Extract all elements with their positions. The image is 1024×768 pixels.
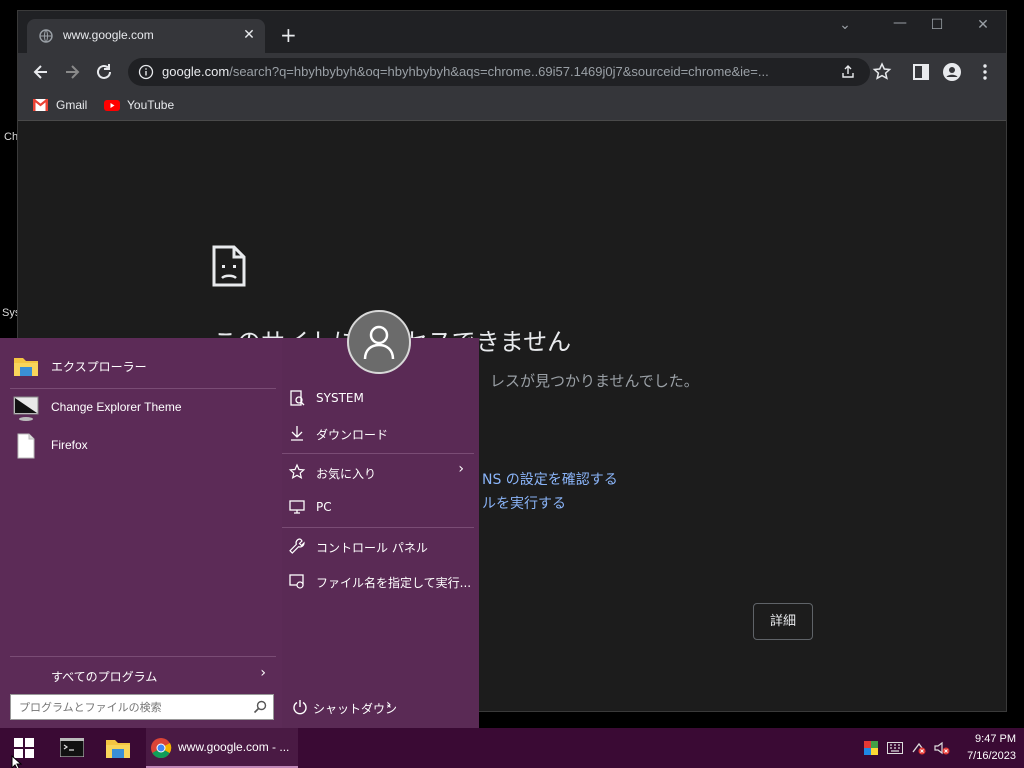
wrench-icon bbox=[289, 538, 305, 554]
start-search-input[interactable] bbox=[11, 695, 241, 719]
start-place-favorites[interactable]: お気に入り › bbox=[288, 456, 474, 488]
start-item-explorer[interactable]: エクスプローラー bbox=[12, 348, 272, 384]
menu-kebab-icon[interactable] bbox=[974, 61, 996, 83]
color-flag-icon[interactable] bbox=[864, 741, 878, 755]
chevron-right-icon: › bbox=[260, 665, 266, 681]
start-search-box[interactable] bbox=[10, 694, 274, 720]
tab-title: www.google.com bbox=[63, 28, 154, 42]
start-place-control-panel[interactable]: コントロール パネル bbox=[288, 530, 474, 562]
start-item-firefox[interactable]: Firefox bbox=[12, 428, 272, 464]
chevron-right-icon: › bbox=[458, 461, 464, 477]
user-icon bbox=[363, 325, 395, 360]
tab-strip: www.google.com ✕ + ⌄ — ☐ ✕ bbox=[18, 11, 1006, 53]
mouse-cursor-icon bbox=[11, 755, 23, 768]
divider bbox=[282, 453, 474, 454]
folder-icon bbox=[14, 358, 38, 376]
maximize-button[interactable]: ☐ bbox=[925, 17, 949, 33]
start-place-downloads[interactable]: ダウンロード bbox=[288, 417, 474, 449]
clock-time: 9:47 PM bbox=[975, 733, 1016, 745]
download-icon bbox=[291, 426, 303, 441]
start-place-run[interactable]: ファイル名を指定して実行... bbox=[288, 565, 474, 597]
back-icon[interactable] bbox=[30, 61, 52, 83]
forward-icon[interactable] bbox=[61, 61, 83, 83]
info-icon[interactable] bbox=[138, 64, 154, 80]
desktop-icon-label[interactable]: Ch bbox=[4, 131, 18, 143]
user-folder-icon bbox=[290, 390, 305, 406]
bookmark-gmail[interactable]: Gmail bbox=[56, 98, 87, 112]
minimize-button[interactable]: — bbox=[888, 15, 912, 31]
youtube-icon bbox=[104, 100, 120, 111]
file-icon bbox=[17, 433, 35, 459]
new-tab-button[interactable]: + bbox=[280, 25, 297, 45]
desktop: Ch Sys www.google.com ✕ + ⌄ — ☐ ✕ google… bbox=[0, 0, 1024, 768]
network-icon[interactable] bbox=[911, 740, 927, 756]
divider bbox=[282, 527, 474, 528]
power-icon bbox=[293, 700, 307, 715]
start-place-system[interactable]: SYSTEM bbox=[288, 382, 474, 414]
taskbar-chrome-button[interactable]: www.google.com - ... bbox=[146, 728, 298, 768]
tab-search-icon[interactable]: ⌄ bbox=[833, 17, 857, 33]
url-text: google.com/search?q=hbyhbybyh&oq=hbyhbyb… bbox=[162, 64, 769, 79]
run-icon bbox=[289, 574, 304, 589]
gmail-icon bbox=[33, 99, 48, 111]
bookmark-star-icon[interactable] bbox=[871, 61, 893, 83]
run-diagnostics-link[interactable]: ルを実行する bbox=[482, 493, 566, 513]
details-button[interactable]: 詳細 bbox=[753, 603, 813, 640]
shutdown-button[interactable]: シャットダウン › bbox=[290, 694, 410, 720]
computer-icon bbox=[289, 500, 305, 514]
bookmark-youtube[interactable]: YouTube bbox=[127, 98, 174, 112]
share-icon[interactable] bbox=[840, 64, 856, 80]
user-avatar[interactable] bbox=[347, 310, 411, 374]
monitor-icon bbox=[13, 396, 39, 421]
divider bbox=[10, 388, 276, 389]
check-dns-link[interactable]: NS の設定を確認する bbox=[482, 469, 618, 489]
close-tab-icon[interactable]: ✕ bbox=[241, 27, 257, 43]
file-explorer-icon[interactable] bbox=[106, 737, 130, 758]
all-programs-button[interactable]: すべてのプログラム › bbox=[10, 659, 276, 689]
sad-document-icon bbox=[212, 245, 246, 287]
start-place-pc[interactable]: PC bbox=[288, 491, 474, 523]
start-item-change-theme[interactable]: Change Explorer Theme bbox=[12, 390, 272, 426]
browser-toolbar: google.com/search?q=hbyhbybyh&oq=hbyhbyb… bbox=[18, 53, 1006, 91]
reload-icon[interactable] bbox=[93, 61, 115, 83]
profile-icon[interactable] bbox=[941, 61, 963, 83]
browser-tab[interactable]: www.google.com ✕ bbox=[27, 19, 265, 53]
start-menu: エクスプローラー Change Explorer Theme Firefox す… bbox=[0, 338, 479, 728]
chrome-icon bbox=[151, 738, 172, 759]
chevron-right-icon[interactable]: › bbox=[386, 697, 392, 713]
search-icon[interactable] bbox=[253, 700, 267, 714]
divider bbox=[10, 656, 276, 657]
terminal-icon[interactable] bbox=[60, 738, 84, 757]
side-panel-icon[interactable] bbox=[910, 61, 932, 83]
keyboard-icon[interactable] bbox=[887, 742, 903, 754]
bookmarks-bar: Gmail YouTube bbox=[18, 91, 1006, 121]
star-icon bbox=[288, 463, 306, 480]
volume-muted-icon[interactable] bbox=[934, 740, 950, 756]
clock-date: 7/16/2023 bbox=[967, 750, 1016, 762]
system-clock[interactable]: 9:47 PM 7/16/2023 bbox=[967, 731, 1016, 765]
address-bar[interactable]: google.com/search?q=hbyhbybyh&oq=hbyhbyb… bbox=[128, 58, 870, 86]
taskbar: www.google.com - ... 9:47 PM 7/16/2023 bbox=[0, 728, 1024, 768]
close-window-button[interactable]: ✕ bbox=[971, 17, 995, 33]
globe-icon bbox=[39, 29, 53, 43]
error-subtitle: レスが見つかりませんでした。 bbox=[490, 372, 699, 390]
